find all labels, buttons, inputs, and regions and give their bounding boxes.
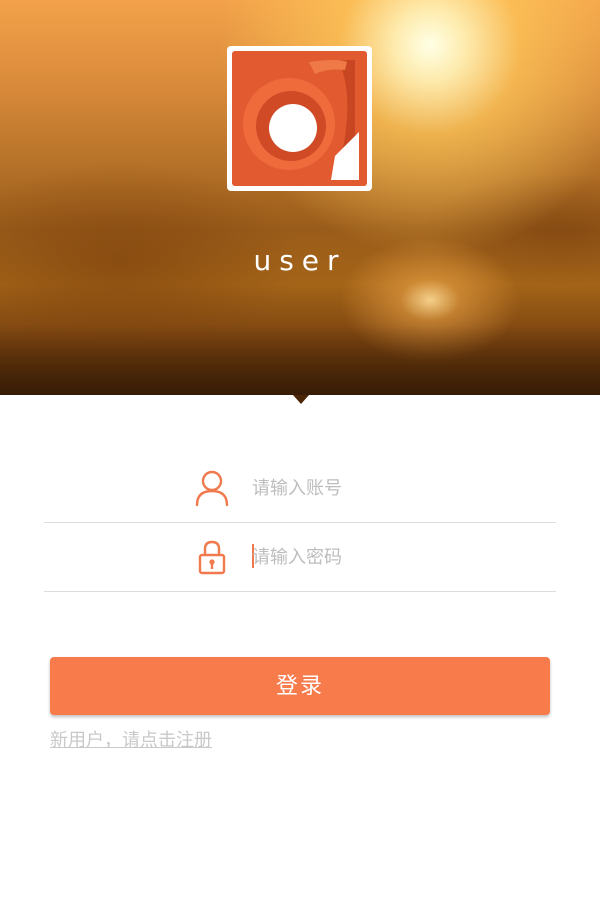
app-logo-icon <box>232 51 367 186</box>
user-icon <box>194 469 230 507</box>
header-pointer <box>293 395 309 404</box>
account-field <box>44 454 556 523</box>
password-input[interactable] <box>252 541 542 573</box>
password-field <box>44 523 556 592</box>
register-link[interactable]: 新用户，请点击注册 <box>50 726 212 752</box>
username-label: user <box>253 244 347 277</box>
login-button[interactable]: 登录 <box>50 657 550 715</box>
account-input[interactable] <box>252 472 542 504</box>
app-logo <box>227 46 372 191</box>
lock-icon <box>194 538 230 576</box>
